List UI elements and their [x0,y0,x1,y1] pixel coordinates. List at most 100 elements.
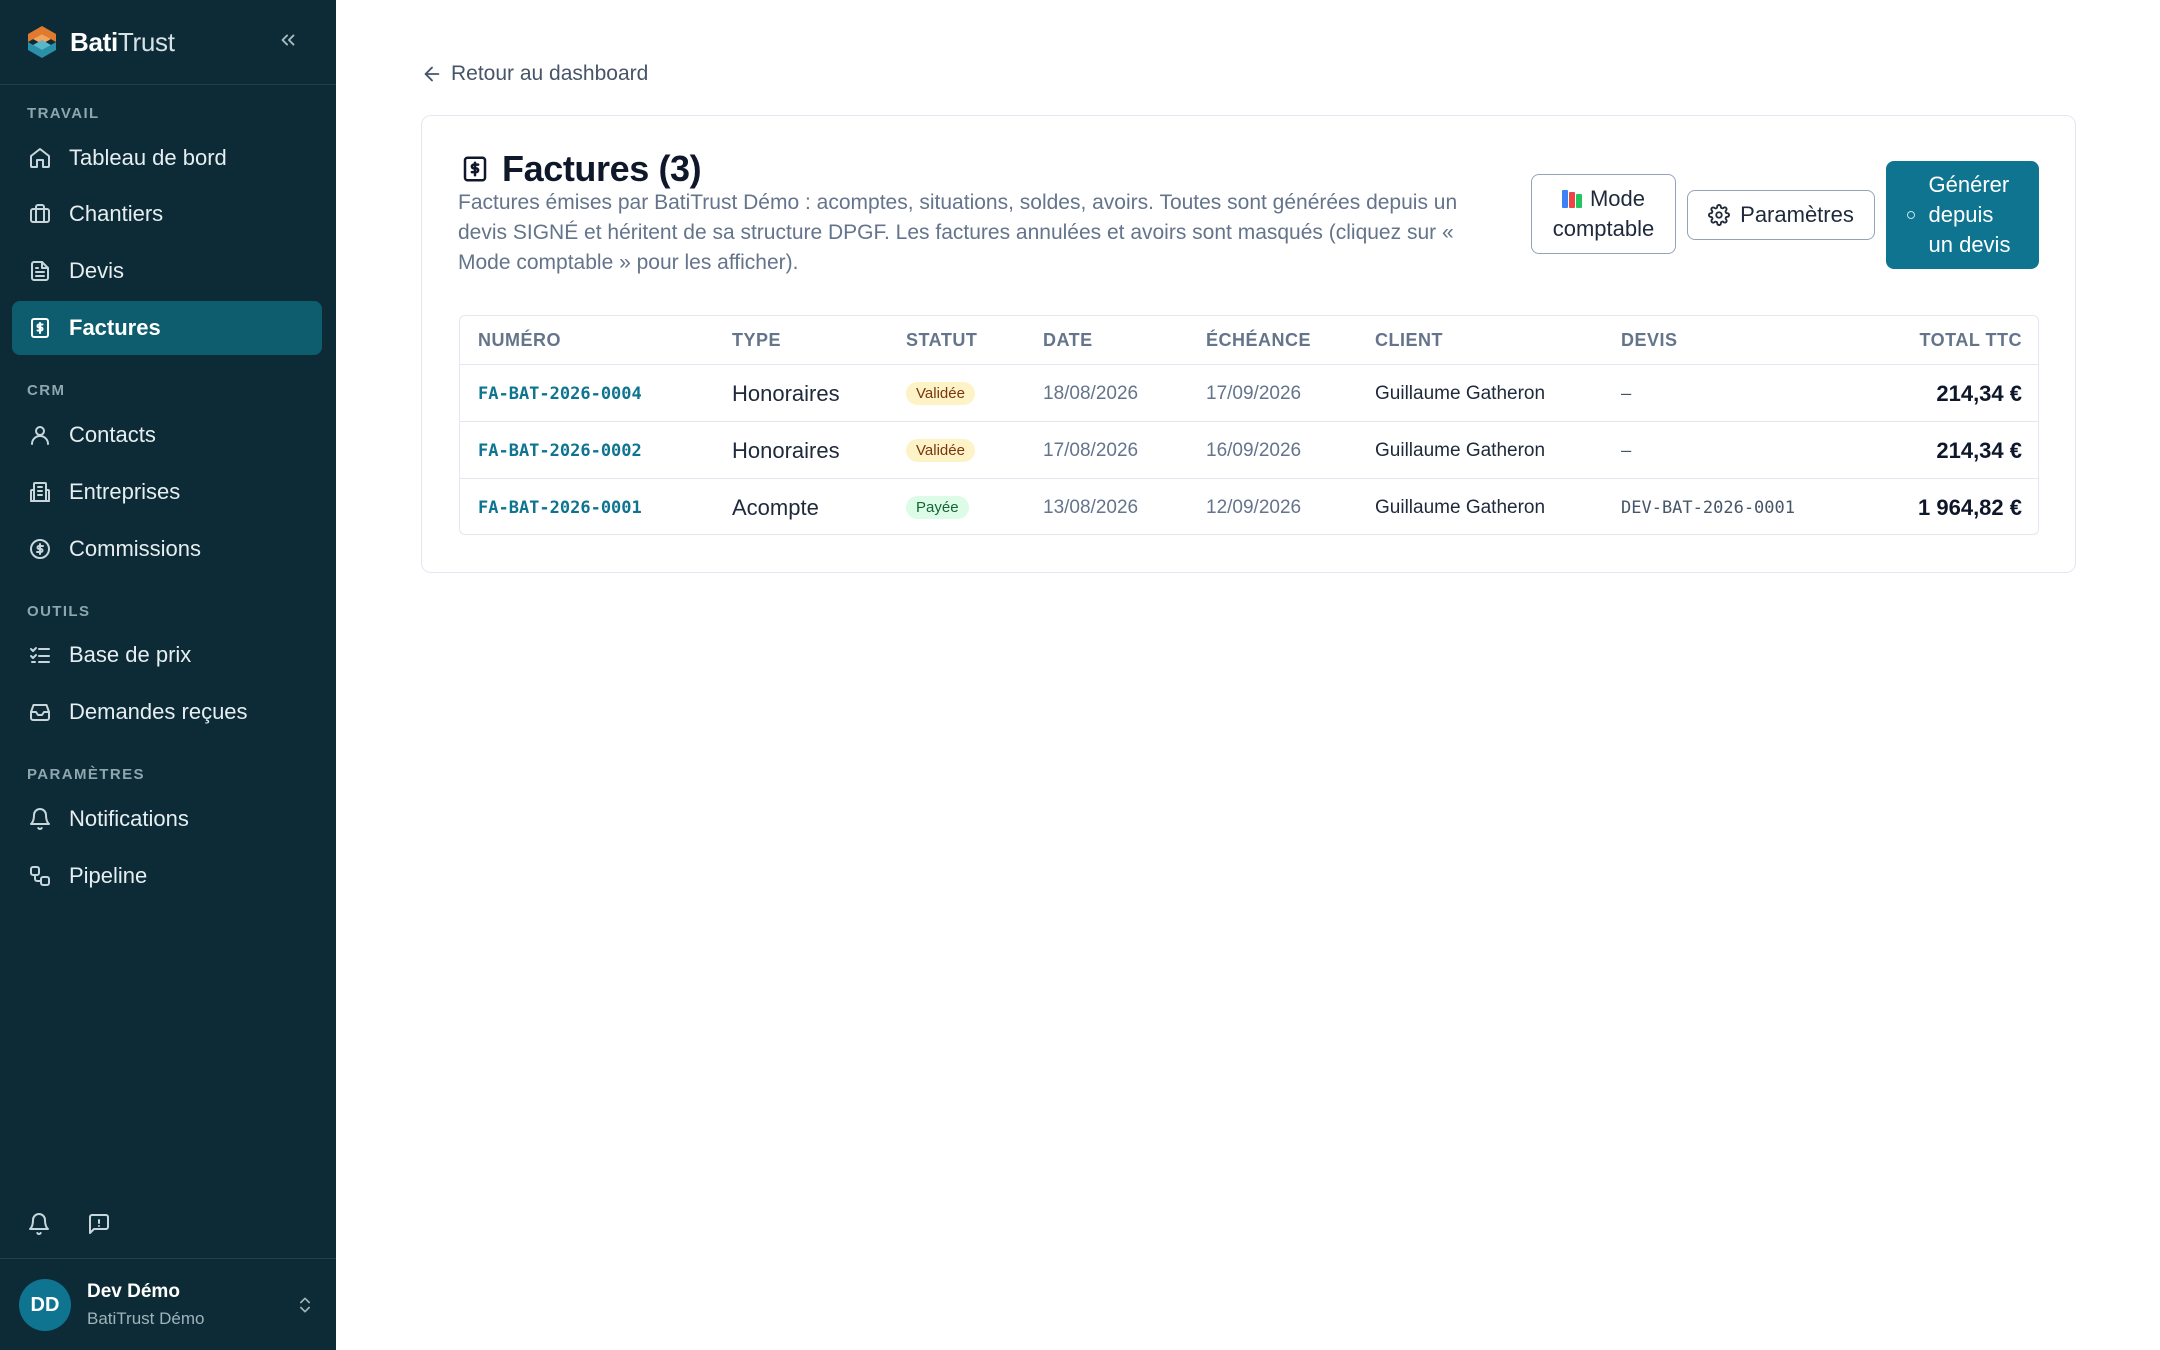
invoice-due-date: 17/09/2026 [1206,382,1302,404]
sidebar-item-demandes-recues[interactable]: Demandes reçues [12,685,322,739]
section-title-crm: CRM [27,382,66,399]
sidebar-item-label: Tableau de bord [69,145,227,170]
status-cell: Validée [906,365,975,422]
user-org: BatiTrust Démo [87,1309,205,1328]
column-header-type[interactable]: TYPE [732,330,781,351]
avatar: DD [19,1279,71,1331]
invoice-date: 13/08/2026 [1043,496,1139,518]
invoice-type: Honoraires [732,437,840,463]
column-header-numero[interactable]: NUMÉRO [478,330,561,351]
sidebar: BatiTrust TRAVAIL Tableau de bord Chanti… [0,0,336,1350]
building-icon [27,479,53,505]
back-to-dashboard-link[interactable]: Retour au dashboard [421,62,648,86]
table-row[interactable]: FA-BAT-2026-0004 Honoraires Validée 18/0… [460,365,2038,422]
sidebar-item-label: Contacts [69,422,156,447]
invoice-client: Guillaume Gatheron [1375,382,1546,404]
user-menu[interactable]: DD Dev Démo BatiTrust Démo [0,1258,336,1350]
generate-button-label: Générer depuis un devis [1928,172,2011,257]
invoices-table: NUMÉRO TYPE STATUT DATE ÉCHÉANCE CLIENT … [459,315,2039,535]
column-header-echeance[interactable]: ÉCHÉANCE [1206,330,1311,351]
bell-icon[interactable] [23,1208,55,1240]
inbox-icon [27,699,53,725]
status-badge: Validée [906,439,975,462]
workflow-icon [27,863,53,889]
message-square-icon[interactable] [83,1208,115,1240]
books-icon [1561,190,1582,208]
user-name: Dev Démo [87,1281,180,1302]
sidebar-item-label: Pipeline [69,863,148,888]
sidebar-item-entreprises[interactable]: Entreprises [12,465,322,519]
invoice-devis-link[interactable]: DEV-BAT-2026-0001 [1621,479,1795,534]
generate-icon [1906,211,1915,219]
bell-icon [27,806,53,832]
brand[interactable]: BatiTrust [24,20,175,64]
gear-icon [1708,204,1731,226]
invoice-client: Guillaume Gatheron [1375,496,1546,518]
page-title-text: Factures (3) [502,148,702,189]
user-icon [27,422,53,448]
section-title-outils: OUTILS [27,603,91,620]
invoice-date: 18/08/2026 [1043,382,1139,404]
status-cell: Validée [906,422,975,479]
invoice-number-link[interactable]: FA-BAT-2026-0001 [478,479,642,534]
sidebar-item-label: Chantiers [69,201,164,226]
invoice-total: 214,34 € [1936,380,2022,406]
sidebar-divider [0,84,336,85]
invoice-number-link[interactable]: FA-BAT-2026-0002 [478,422,642,479]
sidebar-item-notifications[interactable]: Notifications [12,792,322,846]
sidebar-item-label: Entreprises [69,479,181,504]
chevrons-up-down-icon[interactable] [292,1291,318,1319]
invoice-client: Guillaume Gatheron [1375,439,1546,461]
column-header-date[interactable]: DATE [1043,330,1093,351]
sidebar-item-label: Factures [69,315,161,340]
invoice-number-link[interactable]: FA-BAT-2026-0004 [478,365,642,422]
invoice-devis: – [1621,383,1632,404]
invoice-date: 17/08/2026 [1043,439,1139,461]
sidebar-item-label: Demandes reçues [69,699,248,724]
sidebar-item-devis[interactable]: Devis [12,244,322,298]
sidebar-item-base-de-prix[interactable]: Base de prix [12,628,322,682]
receipt-icon [27,315,53,341]
invoice-total: 1 964,82 € [1918,494,2022,520]
section-title-travail: TRAVAIL [27,105,100,122]
collapse-sidebar-icon[interactable] [272,24,304,56]
invoice-total: 214,34 € [1936,437,2022,463]
home-icon [27,145,53,171]
sidebar-item-contacts[interactable]: Contacts [12,408,322,462]
back-link-label: Retour au dashboard [451,62,649,85]
column-header-statut[interactable]: STATUT [906,330,977,351]
list-checks-icon [27,642,53,668]
arrow-left-icon [424,66,440,82]
invoice-type: Acompte [732,494,819,520]
brand-name: BatiTrust [70,26,175,57]
mode-button-label-line1: Mode [1589,186,1646,211]
sidebar-item-label: Commissions [69,536,202,561]
status-badge: Payée [906,496,969,519]
status-badge: Validée [906,382,975,405]
sidebar-item-label: Devis [69,258,125,283]
table-row[interactable]: FA-BAT-2026-0001 Acompte Payée 13/08/202… [460,479,2038,534]
sidebar-item-factures[interactable]: Factures [12,301,322,355]
invoice-due-date: 12/09/2026 [1206,496,1302,518]
column-header-client[interactable]: CLIENT [1375,330,1443,351]
sidebar-item-chantiers[interactable]: Chantiers [12,187,322,241]
parametres-button[interactable]: Paramètres [1687,190,1875,240]
receipt-icon [463,156,487,182]
invoice-devis: – [1621,440,1632,461]
sidebar-item-label: Base de prix [69,642,192,667]
sidebar-item-pipeline[interactable]: Pipeline [12,849,322,903]
sidebar-item-tableau-de-bord[interactable]: Tableau de bord [12,131,322,185]
page-title: Factures (3) [460,148,702,190]
section-title-parametres: PARAMÈTRES [27,766,145,783]
column-header-total[interactable]: TOTAL TTC [1920,330,2023,351]
invoices-card: Factures (3) Factures émises par BatiTru… [421,115,2076,573]
dollar-circle-icon [27,536,53,562]
mode-comptable-button[interactable]: Mode comptable [1531,174,1676,254]
sidebar-item-commissions[interactable]: Commissions [12,522,322,576]
invoice-type: Honoraires [732,380,840,406]
table-row[interactable]: FA-BAT-2026-0002 Honoraires Validée 17/0… [460,422,2038,479]
parametres-button-label: Paramètres [1740,202,1854,227]
column-header-devis[interactable]: DEVIS [1621,330,1678,351]
generate-from-devis-button[interactable]: Générer depuis un devis [1886,161,2039,269]
batitrust-logo-icon [28,26,56,58]
